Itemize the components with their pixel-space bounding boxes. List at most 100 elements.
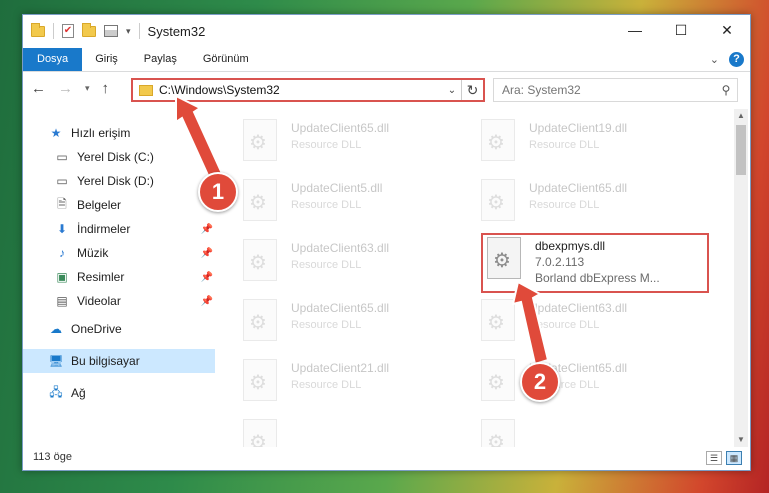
file-description: Resource DLL [529, 139, 600, 151]
sidebar-item-downloads[interactable]: ⬇ İndirmeler 📌 [53, 217, 213, 241]
status-bar: 113 öge ☰ ▦ [23, 447, 750, 470]
sidebar-item-onedrive[interactable]: ☁ OneDrive [47, 317, 207, 341]
computer-icon: 🖥 [48, 354, 64, 368]
drive-icon: ▭ [56, 150, 68, 164]
file-name: UpdateClient65.dll [291, 301, 390, 315]
back-arrow-icon[interactable]: ← [31, 80, 46, 97]
sidebar-item-label: Yerel Disk (C:) [77, 150, 154, 164]
dll-file-icon [243, 359, 277, 401]
sidebar-item-label: Resimler [77, 270, 125, 284]
dll-file-icon [243, 419, 277, 447]
file-item[interactable]: UpdateClient5.dll Resource DLL [243, 177, 473, 233]
sidebar-item-music[interactable]: ♪ Müzik 📌 [53, 241, 213, 265]
sidebar-item-label: Hızlı erişim [71, 126, 131, 140]
file-name: UpdateClient5.dll [291, 181, 383, 195]
new-folder-icon[interactable] [82, 22, 96, 37]
sidebar-item-label: Müzik [77, 246, 109, 260]
address-bar[interactable]: C:\Windows\System32 ⌄ ↻ [131, 78, 485, 102]
folder-icon[interactable] [31, 22, 45, 37]
dll-file-icon [243, 299, 277, 341]
address-dropdown-chevron-icon[interactable]: ⌄ [443, 85, 461, 96]
dll-file-icon [481, 119, 515, 161]
video-icon: ▤ [56, 294, 68, 308]
sidebar-item-local-disk-c[interactable]: ▭ Yerel Disk (C:) 📌 [53, 145, 213, 169]
sidebar-item-quick-access[interactable]: ★ Hızlı erişim [47, 121, 207, 145]
file-item[interactable]: UpdateClient21.dll Resource DLL [243, 357, 473, 413]
maximize-button[interactable]: ☐ [658, 15, 704, 45]
search-icon[interactable]: ⚲ [715, 83, 737, 97]
tab-file[interactable]: Dosya [23, 48, 83, 71]
sidebar-item-this-pc[interactable]: 🖥 Bu bilgisayar [23, 349, 215, 373]
step-1-badge: 1 [198, 172, 238, 212]
properties-check-icon[interactable]: ✔ [62, 24, 74, 38]
navigation-bar: ← → ▾ ↑ C:\Windows\System32 ⌄ ↻ ⚲ [23, 73, 750, 107]
search-box[interactable]: ⚲ [493, 78, 738, 102]
recent-locations-chevron-icon[interactable]: ▾ [85, 83, 90, 94]
sidebar-item-pictures[interactable]: ▣ Resimler 📌 [53, 265, 213, 289]
tiles-view-icon[interactable]: ▦ [726, 451, 742, 465]
sidebar-item-label: Belgeler [77, 198, 122, 212]
network-icon: 🖧 [49, 384, 63, 399]
sidebar-item-label: Yerel Disk (D:) [77, 174, 154, 188]
cloud-icon: ☁ [50, 322, 62, 336]
pin-icon: 📌 [200, 247, 213, 259]
vertical-scrollbar[interactable]: ▲ ▼ [734, 109, 748, 447]
file-item[interactable]: UpdateClient63.dll Resource DLL [243, 237, 473, 293]
sidebar-item-label: Ağ [71, 386, 86, 400]
minimize-button[interactable]: — [612, 15, 658, 45]
file-item[interactable] [243, 417, 473, 447]
sidebar-item-documents[interactable]: 🗎 Belgeler [53, 193, 213, 217]
tab-share[interactable]: Paylaş [131, 48, 190, 71]
dll-file-icon [481, 179, 515, 221]
navigation-buttons: ← → ▾ ↑ [31, 80, 109, 97]
tab-view[interactable]: Görünüm [190, 48, 262, 71]
navigation-pane: ★ Hızlı erişim ▭ Yerel Disk (C:) 📌 ▭ Yer… [23, 111, 215, 451]
file-item[interactable] [481, 417, 711, 447]
dll-file-icon [243, 179, 277, 221]
dll-file-icon [481, 419, 515, 447]
close-button[interactable]: ✕ [704, 15, 750, 45]
expand-ribbon-chevron-icon[interactable]: ⌄ [710, 53, 719, 66]
star-icon: ★ [50, 126, 62, 140]
music-icon: ♪ [59, 246, 65, 260]
scroll-down-arrow-icon[interactable]: ▼ [734, 433, 748, 447]
file-description: Resource DLL [291, 259, 362, 271]
customize-toolbar-chevron-icon[interactable]: ▾ [126, 26, 131, 37]
drive-icon: ▭ [56, 174, 68, 188]
dll-file-icon [487, 237, 521, 279]
file-description: Resource DLL [291, 319, 362, 331]
file-item[interactable]: UpdateClient65.dll Resource DLL [243, 297, 473, 353]
window-title: System32 [147, 23, 206, 39]
address-path[interactable]: C:\Windows\System32 [159, 83, 443, 97]
pin-icon: 📌 [200, 271, 213, 283]
file-version: 7.0.2.113 [535, 255, 585, 269]
file-item[interactable]: UpdateClient19.dll Resource DLL [481, 117, 711, 173]
file-description: Resource DLL [291, 139, 362, 151]
details-view-icon[interactable]: ☰ [706, 451, 722, 465]
file-name: UpdateClient63.dll [291, 241, 390, 255]
refresh-icon[interactable]: ↻ [461, 80, 483, 100]
file-item[interactable]: UpdateClient65.dllResource DLL [481, 177, 711, 233]
sidebar-item-network[interactable]: 🖧 Ağ [47, 381, 207, 405]
scroll-up-arrow-icon[interactable]: ▲ [734, 109, 748, 123]
forward-arrow-icon[interactable]: → [58, 80, 73, 97]
ribbon-tabs: Dosya Giriş Paylaş Görünüm [23, 48, 750, 71]
file-item[interactable]: UpdateClient63.dll Resource DLL [481, 297, 711, 353]
file-description: Resource DLL [291, 199, 362, 211]
sidebar-item-local-disk-d[interactable]: ▭ Yerel Disk (D:) [53, 169, 213, 193]
search-input[interactable] [502, 80, 715, 100]
sidebar-item-videos[interactable]: ▤ Videolar 📌 [53, 289, 213, 313]
file-item[interactable]: UpdateClient65.dllResource DLL [481, 357, 711, 413]
tab-home[interactable]: Giriş [82, 48, 131, 71]
view-properties-icon[interactable] [104, 25, 118, 37]
up-arrow-icon[interactable]: ↑ [102, 80, 110, 97]
file-item[interactable]: UpdateClient65.dllResource DLL [243, 117, 473, 173]
address-folder-icon [139, 84, 153, 96]
file-name: UpdateClient65.dll [529, 181, 628, 195]
item-count: 113 öge [33, 451, 72, 463]
toolbar-separator [53, 23, 54, 39]
scroll-thumb[interactable] [736, 125, 746, 175]
pin-icon: 📌 [200, 223, 213, 235]
help-icon[interactable]: ? [729, 52, 744, 67]
file-item-highlighted[interactable]: dbexpmys.dll 7.0.2.113 Borland dbExpress… [481, 233, 709, 293]
